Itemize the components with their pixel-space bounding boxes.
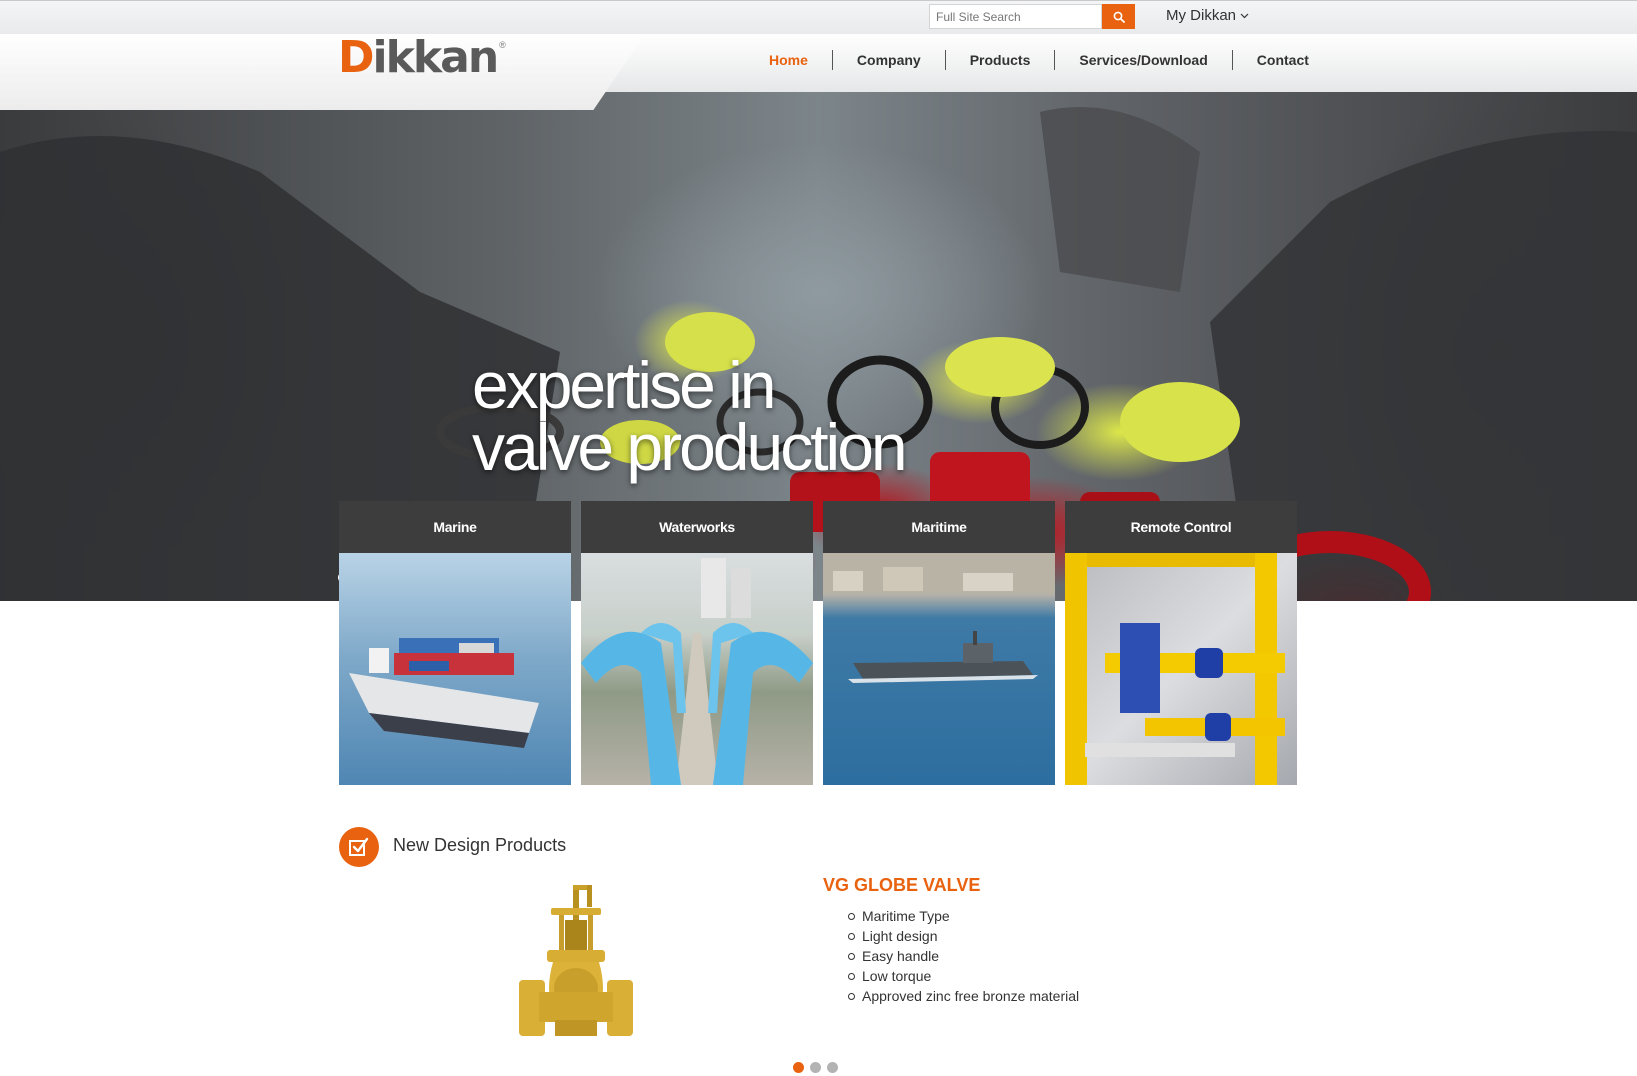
nav-products[interactable]: Products — [944, 50, 1055, 70]
site-search — [929, 4, 1135, 29]
products-pager-dot[interactable] — [810, 1062, 821, 1073]
product-feature: Maritime Type — [847, 906, 1079, 926]
hero-headline-line1: expertise in — [472, 348, 777, 422]
category-tile-label: Waterworks — [581, 501, 813, 553]
product-feature: Low torque — [847, 966, 1079, 986]
category-tile-waterworks[interactable]: Waterworks — [581, 501, 813, 785]
category-tile-remote-control[interactable]: Remote Control — [1065, 501, 1297, 785]
logo-panel — [0, 34, 645, 110]
products-pager-dot[interactable] — [827, 1062, 838, 1073]
products-pager-dot[interactable] — [793, 1062, 804, 1073]
remote-control-plant-image — [1065, 553, 1297, 785]
globe-valve-image[interactable] — [515, 880, 635, 1048]
main-navigation: Home Company Products Services/Download … — [745, 50, 1333, 70]
hero-headline: expertise in valve production — [472, 348, 908, 484]
my-dikkan-menu[interactable]: My Dikkan — [1166, 7, 1249, 24]
category-tile-label: Marine — [339, 501, 571, 553]
category-tile-maritime[interactable]: Maritime — [823, 501, 1055, 785]
product-feature: Approved zinc free bronze material — [847, 988, 1080, 1004]
nav-company[interactable]: Company — [831, 50, 945, 70]
search-icon — [1113, 11, 1125, 23]
checkbox-icon — [339, 827, 379, 867]
top-utility-bar — [0, 0, 1637, 34]
my-dikkan-label: My Dikkan — [1166, 7, 1237, 24]
product-name[interactable]: VG GLOBE VALVE — [823, 875, 980, 896]
waterworks-pipes-image — [581, 553, 813, 785]
chevron-down-icon — [1240, 13, 1249, 18]
brand-logo[interactable]: Dikkan ® — [338, 36, 506, 80]
category-tiles: Marine Waterworks Maritime Remote Contro… — [339, 501, 1297, 785]
product-feature: Light design — [847, 926, 1079, 946]
maritime-boat-image — [823, 553, 1055, 785]
category-tile-label: Remote Control — [1065, 501, 1297, 553]
registered-mark: ® — [499, 40, 506, 50]
nav-services-download[interactable]: Services/Download — [1054, 50, 1231, 70]
nav-contact[interactable]: Contact — [1231, 50, 1333, 70]
hero-headline-line2: valve production — [472, 410, 908, 484]
marine-ship-image — [339, 553, 571, 785]
category-tile-label: Maritime — [823, 501, 1055, 553]
product-feature-list: Maritime Type Light design Easy handle L… — [847, 906, 1080, 1006]
products-pager — [793, 1062, 838, 1073]
product-feature: Easy handle — [847, 946, 1079, 966]
brand-wordmark: Dikkan — [338, 32, 499, 83]
search-button[interactable] — [1102, 4, 1135, 29]
search-input[interactable] — [929, 4, 1103, 29]
category-tile-marine[interactable]: Marine — [339, 501, 571, 785]
new-products-heading: New Design Products — [393, 835, 567, 855]
nav-home[interactable]: Home — [745, 50, 832, 70]
